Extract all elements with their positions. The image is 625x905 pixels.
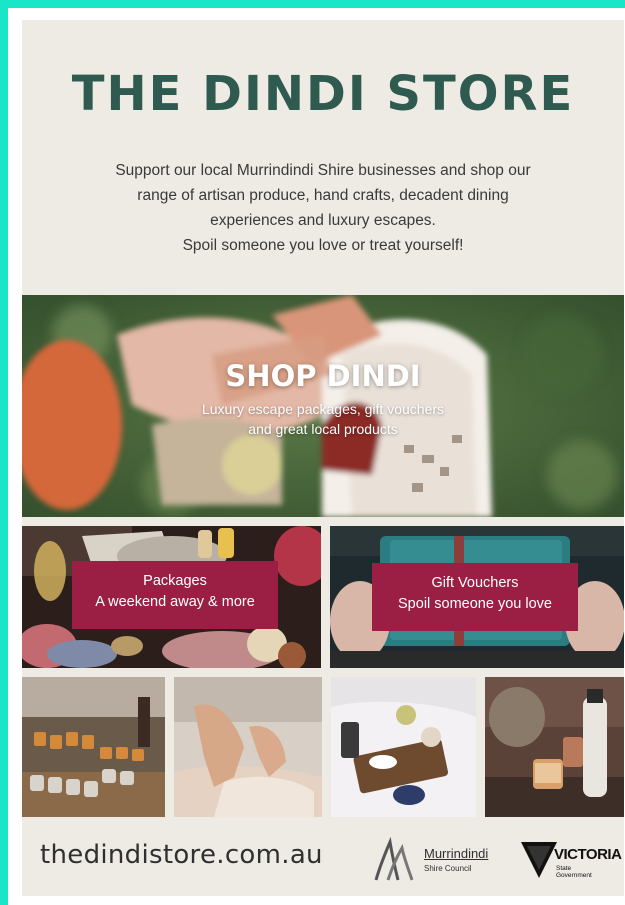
hero-subtitle-line: and great local products (248, 421, 398, 437)
victoria-triangle-icon (521, 842, 557, 878)
hero-subtitle-line: Luxury escape packages, gift vouchers (201, 401, 445, 417)
state-subtitle-line: Government (556, 872, 592, 879)
candles-photo (485, 677, 624, 817)
website-url-link[interactable]: thedindistore.com.au (40, 840, 323, 870)
breakfast-photo (331, 677, 476, 817)
hero-subtitle: Luxury escape packages, gift vouchers an… (162, 399, 484, 439)
packages-label: Packages A weekend away & more (72, 561, 278, 629)
left-accent-border (0, 0, 8, 905)
hero-title: SHOP DINDI (225, 359, 421, 393)
gift-vouchers-label-line: Gift Vouchers (431, 575, 519, 591)
candles-photo-tile (485, 677, 624, 817)
packages-tile[interactable]: Packages A weekend away & more (22, 526, 321, 668)
massage-photo-tile (174, 677, 322, 817)
top-accent-border (0, 0, 625, 8)
intro-line: Support our local Murrindindi Shire busi… (115, 162, 531, 179)
state-name: VICTORIA (554, 846, 622, 863)
state-subtitle-line: State (556, 865, 572, 872)
council-name: Murrindindi (424, 846, 489, 861)
murrindindi-logo-icon (374, 836, 414, 881)
intro-line: Spoil someone you love or treat yourself… (182, 237, 464, 254)
store-title: THE DINDI STORE (71, 66, 575, 122)
produce-photo-tile (22, 677, 165, 817)
massage-photo (174, 677, 322, 817)
intro-line: range of artisan produce, hand crafts, d… (137, 187, 509, 204)
intro-line: experiences and luxury escapes. (210, 212, 436, 229)
gift-vouchers-label-line: Spoil someone you love (398, 596, 552, 612)
intro-text: Support our local Murrindindi Shire busi… (62, 158, 584, 258)
breakfast-photo-tile (331, 677, 476, 817)
footer: thedindistore.com.au Murrindindi Shire C… (22, 820, 624, 896)
packages-label-line: A weekend away & more (95, 594, 255, 610)
state-subtitle: State Government (556, 865, 606, 879)
council-subtitle: Shire Council (424, 864, 472, 873)
gift-vouchers-label: Gift Vouchers Spoil someone you love (372, 563, 578, 631)
flyer-page: THE DINDI STORE Support our local Murrin… (22, 20, 624, 896)
shop-dindi-banner[interactable]: SHOP DINDI Luxury escape packages, gift … (22, 295, 624, 517)
produce-photo (22, 677, 165, 817)
gift-vouchers-tile[interactable]: Gift Vouchers Spoil someone you love (330, 526, 624, 668)
packages-label-line: Packages (143, 573, 207, 589)
